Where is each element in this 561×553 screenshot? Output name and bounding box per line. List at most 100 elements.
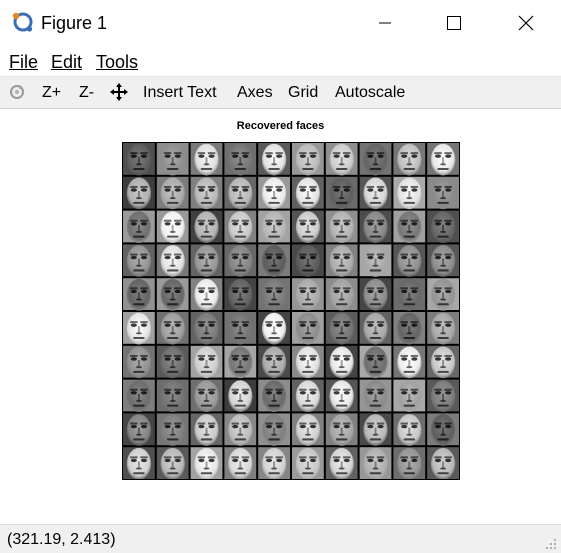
face-tile — [224, 278, 257, 311]
face-tile — [292, 379, 324, 413]
face-tile — [190, 210, 223, 244]
face-tile — [258, 312, 290, 345]
face-tile — [292, 176, 324, 210]
face-tile — [393, 345, 426, 379]
face-tile — [292, 143, 324, 176]
face-tile — [224, 447, 257, 480]
face-tile — [427, 379, 459, 413]
status-bar: (321.19, 2.413) — [0, 524, 561, 553]
menu-tools[interactable]: Tools — [96, 51, 138, 73]
face-tile — [393, 447, 426, 480]
face-tile — [359, 413, 392, 446]
figure-canvas[interactable]: Recovered faces — [1, 110, 560, 522]
maximize-icon — [447, 16, 461, 30]
rotate-button[interactable] — [9, 84, 25, 106]
pan-button[interactable] — [110, 83, 128, 107]
face-tile — [427, 143, 459, 176]
close-button[interactable] — [503, 0, 549, 46]
axes-button[interactable]: Axes — [237, 83, 273, 103]
face-tile — [427, 447, 459, 480]
menu-edit[interactable]: Edit — [51, 51, 82, 73]
face-tile — [156, 345, 189, 379]
figure-toolbar: Z+ Z- Insert Text Axes Grid Autoscale — [0, 76, 561, 109]
face-tile — [156, 278, 189, 311]
pan-icon — [110, 83, 128, 101]
face-tile — [123, 176, 155, 210]
face-tile — [325, 413, 358, 446]
face-tile — [292, 345, 324, 379]
face-tile — [190, 447, 223, 480]
face-tile — [156, 143, 189, 176]
face-tile — [359, 345, 392, 379]
face-tile — [156, 413, 189, 446]
face-tile — [258, 244, 290, 277]
face-tile — [325, 312, 358, 345]
face-tile — [123, 244, 155, 277]
autoscale-button[interactable]: Autoscale — [335, 83, 405, 103]
face-tile — [258, 278, 290, 311]
face-tile — [224, 210, 257, 244]
face-tile — [292, 278, 324, 311]
face-tile — [427, 345, 459, 379]
face-tile — [123, 379, 155, 413]
menu-tools-label: Tools — [96, 52, 139, 72]
faces-montage[interactable] — [122, 142, 460, 480]
face-tile — [190, 278, 223, 311]
face-tile — [123, 447, 155, 480]
face-tile — [427, 312, 459, 345]
face-tile — [325, 345, 358, 379]
octave-logo-icon — [12, 12, 33, 32]
face-tile — [393, 278, 426, 311]
face-tile — [190, 176, 223, 210]
face-tile — [325, 176, 358, 210]
plot-title: Recovered faces — [236, 120, 325, 132]
face-tile — [393, 312, 426, 345]
face-tile — [190, 345, 223, 379]
face-tile — [393, 413, 426, 446]
window-title: Figure 1 — [41, 13, 108, 33]
menu-file[interactable]: File — [9, 51, 38, 73]
face-tile — [190, 143, 223, 176]
face-tile — [224, 312, 257, 345]
face-tile — [123, 210, 155, 244]
face-tile — [359, 447, 392, 480]
minimize-button[interactable] — [362, 0, 408, 46]
face-tile — [123, 345, 155, 379]
face-tile — [393, 176, 426, 210]
face-tile — [123, 413, 155, 446]
menu-file-label: File — [9, 52, 39, 72]
face-tile — [325, 447, 358, 480]
face-tile — [156, 312, 189, 345]
face-tile — [224, 379, 257, 413]
zoom-in-button[interactable]: Z+ — [42, 83, 61, 103]
face-tile — [224, 244, 257, 277]
face-tile — [292, 312, 324, 345]
face-tile — [190, 413, 223, 446]
zoom-out-button[interactable]: Z- — [79, 83, 94, 103]
face-tile — [393, 379, 426, 413]
face-tile — [359, 278, 392, 311]
face-tile — [325, 379, 358, 413]
face-tile — [224, 143, 257, 176]
face-tile — [123, 312, 155, 345]
insert-text-button[interactable]: Insert Text — [143, 83, 217, 103]
face-tile — [393, 244, 426, 277]
grid-button[interactable]: Grid — [288, 83, 318, 103]
face-tile — [224, 345, 257, 379]
face-tile — [427, 210, 459, 244]
face-tile — [292, 210, 324, 244]
face-tile — [224, 176, 257, 210]
resize-grip-icon[interactable] — [545, 538, 557, 550]
face-tile — [359, 379, 392, 413]
face-tile — [156, 447, 189, 480]
face-tile — [359, 244, 392, 277]
rotate-icon — [10, 85, 24, 99]
face-tile — [427, 413, 459, 446]
maximize-button[interactable] — [431, 0, 477, 46]
face-tile — [393, 143, 426, 176]
face-tile — [359, 312, 392, 345]
face-tile — [258, 143, 290, 176]
face-tile — [258, 345, 290, 379]
face-tile — [359, 176, 392, 210]
face-tile — [190, 379, 223, 413]
